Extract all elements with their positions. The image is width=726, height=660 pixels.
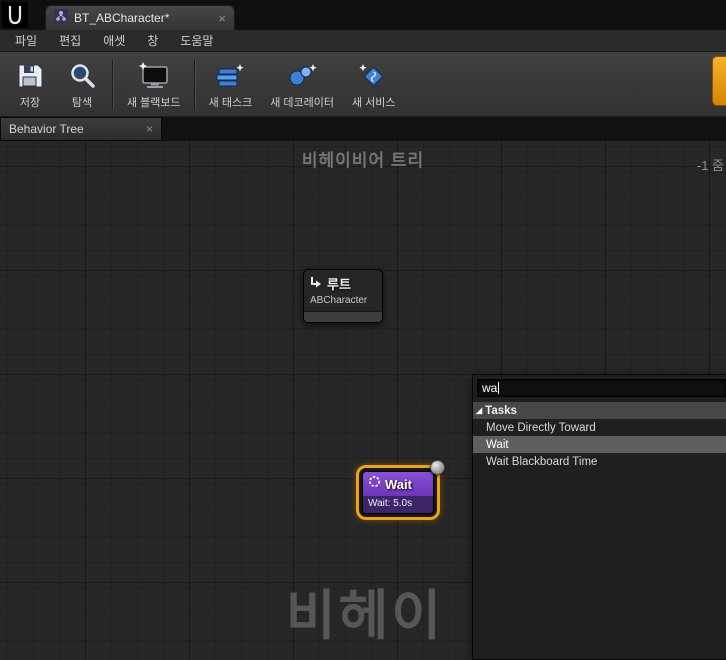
menu-item-wait[interactable]: Wait: [473, 436, 726, 453]
wait-node-header: Wait: [363, 472, 433, 496]
new-service-button-label: 새 서비스: [351, 97, 396, 109]
wait-node-title: Wait: [385, 476, 412, 492]
execution-index-badge: [430, 460, 445, 475]
asset-tab-bt-abcharacter[interactable]: BT_ABCharacter* ×: [45, 5, 235, 30]
text-caret: [498, 382, 500, 394]
zoom-level-label: -1 줌: [696, 158, 724, 173]
root-node-output-pin[interactable]: [304, 311, 382, 322]
wait-node[interactable]: Wait Wait: 5.0s: [362, 471, 434, 514]
menu-item-window[interactable]: 창: [136, 30, 169, 52]
root-node-icon: [310, 275, 323, 293]
root-node-subtitle: ABCharacter: [310, 295, 368, 306]
menu-item-edit[interactable]: 편집: [48, 30, 92, 52]
menu-bar: 파일 편집 애셋 창 도움말: [0, 30, 726, 52]
save-icon: [15, 60, 45, 92]
asset-tab-title: BT_ABCharacter*: [74, 11, 170, 25]
new-task-button-label: 새 태스크: [208, 97, 253, 109]
browse-icon: [67, 60, 97, 92]
toolbar-overflow-accent[interactable]: [712, 56, 726, 106]
new-blackboard-button-label: 새 블랙보드: [127, 97, 181, 109]
new-task-button[interactable]: 새 태스크: [200, 54, 262, 116]
search-input-value: wa: [482, 381, 498, 395]
new-decorator-button-label: 새 데코레이터: [270, 97, 334, 109]
behavior-tree-editor-window: BT_ABCharacter* × 파일 편집 애셋 창 도움말 저장 탐색 새…: [0, 0, 726, 660]
root-node-header: 루트: [304, 270, 382, 294]
new-blackboard-button[interactable]: 새 블랙보드: [118, 54, 190, 116]
category-row-tasks[interactable]: ◢ Tasks: [473, 402, 726, 419]
toolbar: 저장 탐색 새 블랙보드 새 태스크 새 데코레이터 새 서비스: [0, 52, 726, 117]
title-bar: BT_ABCharacter* ×: [0, 0, 726, 30]
toolbar-separator: [193, 60, 196, 110]
search-input[interactable]: wa: [477, 379, 726, 397]
doc-tab-row: Behavior Tree ×: [0, 117, 726, 141]
wait-task-icon: [368, 475, 381, 493]
close-icon[interactable]: ×: [218, 12, 226, 25]
menu-item-move-directly-toward[interactable]: Move Directly Toward: [473, 419, 726, 436]
menu-item-asset[interactable]: 애셋: [92, 30, 136, 52]
menu-item-wait-blackboard-time[interactable]: Wait Blackboard Time: [473, 453, 726, 470]
new-service-icon: [357, 60, 391, 92]
save-button[interactable]: 저장: [4, 54, 56, 116]
menu-item-help[interactable]: 도움말: [169, 30, 224, 52]
graph-title: 비헤이비어 트리: [301, 151, 425, 170]
node-context-menu: wa ◢ Tasks Move Directly Toward Wait Wai…: [472, 374, 726, 660]
save-button-label: 저장: [19, 97, 41, 109]
root-node[interactable]: 루트 ABCharacter: [303, 269, 383, 323]
new-service-button[interactable]: 새 서비스: [343, 54, 405, 116]
toolbar-separator: [112, 60, 114, 110]
close-icon[interactable]: ×: [146, 122, 153, 136]
menu-item-file[interactable]: 파일: [4, 30, 48, 52]
new-decorator-icon: [285, 60, 319, 92]
expand-arrow-icon: ◢: [476, 406, 483, 415]
tab-behavior-tree-label: Behavior Tree: [9, 122, 84, 136]
behavior-tree-asset-icon: [54, 8, 68, 28]
unreal-logo-icon[interactable]: [2, 2, 28, 28]
root-node-title: 루트: [327, 277, 351, 292]
wait-node-detail: Wait: 5.0s: [363, 496, 433, 513]
graph-watermark: 비헤이: [286, 586, 445, 646]
new-decorator-button[interactable]: 새 데코레이터: [261, 54, 343, 116]
browse-button-label: 탐색: [71, 97, 93, 109]
new-task-icon: [213, 60, 247, 92]
browse-button[interactable]: 탐색: [56, 54, 108, 116]
tab-behavior-tree[interactable]: Behavior Tree ×: [0, 117, 162, 141]
wait-node-selected[interactable]: Wait Wait: 5.0s: [356, 460, 445, 520]
category-label: Tasks: [485, 404, 517, 417]
new-blackboard-icon: [136, 60, 172, 92]
